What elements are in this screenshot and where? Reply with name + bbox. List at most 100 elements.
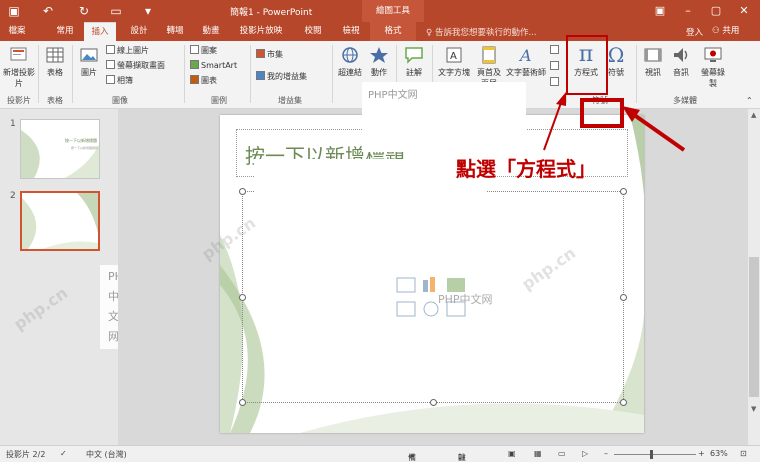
tab-format[interactable]: 格式: [370, 22, 416, 41]
tab-insert[interactable]: 插入: [84, 22, 116, 41]
screen-record-icon: [704, 47, 722, 62]
comment-button[interactable]: 註解: [400, 45, 428, 78]
slideshow-icon[interactable]: ▷: [582, 449, 588, 458]
table-button[interactable]: 表格: [42, 45, 68, 78]
action-button[interactable]: 動作: [366, 45, 392, 78]
screenshot-button[interactable]: 螢幕擷取畫面: [106, 60, 165, 72]
tell-me-search[interactable]: ♀ 告訴我您想要執行的動作...: [426, 26, 537, 38]
zoom-slider-thumb[interactable]: [650, 450, 653, 459]
zoom-level[interactable]: 63%: [710, 449, 728, 458]
album-icon: [106, 75, 115, 84]
wordart-icon: A: [518, 46, 532, 65]
tab-design[interactable]: 設計: [124, 22, 154, 41]
date-time-button[interactable]: [550, 45, 561, 57]
group-label-media: 多媒體: [673, 96, 697, 105]
equation-button[interactable]: π 方程式: [570, 43, 602, 78]
zoom-in-icon[interactable]: +: [698, 449, 705, 458]
tab-review[interactable]: 校閱: [298, 22, 328, 41]
chart-button[interactable]: 圖表: [190, 75, 217, 87]
screen-recording-button[interactable]: 螢幕錄製: [698, 45, 728, 89]
audio-button[interactable]: 音訊: [668, 45, 694, 78]
slide-counter: 投影片 2/2: [6, 450, 46, 459]
redo-icon[interactable]: ↻: [76, 3, 92, 19]
globe-link-icon: [342, 47, 358, 63]
thumbnail-number: 2: [10, 191, 16, 201]
tab-slideshow[interactable]: 投影片放映: [234, 22, 288, 41]
resize-handle[interactable]: [239, 399, 246, 406]
new-slide-button[interactable]: 新增投影片: [2, 45, 36, 89]
tab-transitions[interactable]: 轉場: [160, 22, 190, 41]
scroll-up-icon[interactable]: ▲: [751, 111, 756, 119]
online-pictures-button[interactable]: 線上圖片: [106, 45, 149, 57]
status-bar: 投影片 2/2 ✓ 中文 (台灣) ≡ 備忘稿 ▤ 註解 ▣ ▦ ▭ ▷ – +…: [0, 445, 760, 462]
symbol-button[interactable]: Ω 符號: [602, 43, 630, 78]
resize-handle[interactable]: [620, 294, 627, 301]
wordart-button[interactable]: A 文字藝術師: [504, 45, 548, 78]
fit-slide-icon[interactable]: ⊡: [740, 449, 747, 458]
reading-view-icon[interactable]: ▭: [558, 449, 566, 458]
online-picture-icon: [106, 45, 115, 54]
zoom-out-icon[interactable]: –: [604, 449, 608, 458]
object-button[interactable]: [550, 77, 561, 89]
shapes-icon: [190, 45, 199, 54]
slide-thumbnail-1[interactable]: 按一下以新增標題 按一下以新增副標題: [20, 119, 100, 179]
customize-qat-icon[interactable]: ▾: [140, 3, 156, 19]
tab-file[interactable]: 檔案: [2, 22, 32, 41]
tab-view[interactable]: 檢視: [336, 22, 366, 41]
normal-view-icon[interactable]: ▣: [508, 449, 516, 458]
hyperlink-button[interactable]: 超連結: [336, 45, 364, 78]
shapes-button[interactable]: 圖案: [190, 45, 217, 57]
slide-number-button[interactable]: [550, 61, 561, 73]
current-slide[interactable]: 按一下以新增標題 PHP中文网 點選「方程式」: [220, 115, 644, 433]
table-icon: [46, 47, 64, 63]
group-label-illustrations: 圖例: [211, 96, 227, 105]
slideshow-start-icon[interactable]: ▭: [108, 3, 124, 19]
close-icon[interactable]: ✕: [730, 0, 758, 22]
scrollbar-thumb[interactable]: [749, 257, 759, 397]
vertical-scrollbar[interactable]: ▲ ▼: [748, 109, 760, 445]
pictures-button[interactable]: 圖片: [76, 45, 102, 78]
video-button[interactable]: 視訊: [640, 45, 666, 78]
thumbnail-number: 1: [10, 119, 16, 129]
store-button[interactable]: 市集: [256, 49, 283, 61]
slide-sorter-icon[interactable]: ▦: [534, 449, 542, 458]
screenshot-icon: [106, 60, 115, 69]
document-title: 簡報1 - PowerPoint: [230, 8, 313, 18]
spell-check-icon[interactable]: ✓: [60, 449, 67, 458]
ribbon-tab-bar: 檔案 常用 插入 設計 轉場 動畫 投影片放映 校閱 檢視 格式 ♀ 告訴我您想…: [0, 22, 760, 41]
ribbon-display-icon[interactable]: ▣: [646, 0, 674, 22]
header-footer-icon: [482, 46, 496, 64]
save-icon[interactable]: ▣: [6, 3, 22, 19]
undo-icon[interactable]: ↶: [40, 3, 56, 19]
resize-handle[interactable]: [239, 294, 246, 301]
textbox-icon: A: [446, 47, 462, 63]
language-indicator[interactable]: 中文 (台灣): [86, 449, 127, 460]
annotation-text: 點選「方程式」: [456, 157, 596, 181]
collapse-ribbon-icon[interactable]: ⌃: [746, 95, 753, 107]
resize-handle[interactable]: [430, 399, 437, 406]
drawing-tools-label: 繪圖工具: [362, 0, 424, 22]
resize-handle[interactable]: [620, 399, 627, 406]
scroll-down-icon[interactable]: ▼: [751, 405, 756, 413]
resize-handle[interactable]: [239, 188, 246, 195]
slide-editor: 按一下以新增標題 PHP中文网 點選「方程式」 php.cn php.cn: [118, 109, 748, 445]
share-button[interactable]: ⚇ 共用: [712, 24, 758, 39]
photo-album-button[interactable]: 相簿: [106, 75, 133, 87]
textbox-button[interactable]: A 文字方塊: [436, 45, 472, 78]
lightbulb-icon: ♀: [426, 28, 435, 38]
tab-home[interactable]: 常用: [50, 22, 80, 41]
minimize-icon[interactable]: –: [674, 0, 702, 22]
group-label-addins: 增益集: [278, 96, 302, 105]
resize-handle[interactable]: [620, 188, 627, 195]
group-label-symbols: 符號: [592, 96, 608, 105]
smartart-button[interactable]: SmartArt: [190, 60, 237, 72]
tab-animations[interactable]: 動畫: [196, 22, 226, 41]
my-addins-button[interactable]: 我的增益集: [256, 71, 307, 83]
addins-icon: [256, 71, 265, 80]
slide-thumbnail-2[interactable]: [20, 191, 100, 251]
maximize-icon[interactable]: ▢: [702, 0, 730, 22]
zoom-slider[interactable]: [614, 454, 696, 455]
store-icon: [256, 49, 265, 58]
group-label-tables: 表格: [47, 96, 63, 105]
sign-in-link[interactable]: 登入: [686, 26, 703, 38]
